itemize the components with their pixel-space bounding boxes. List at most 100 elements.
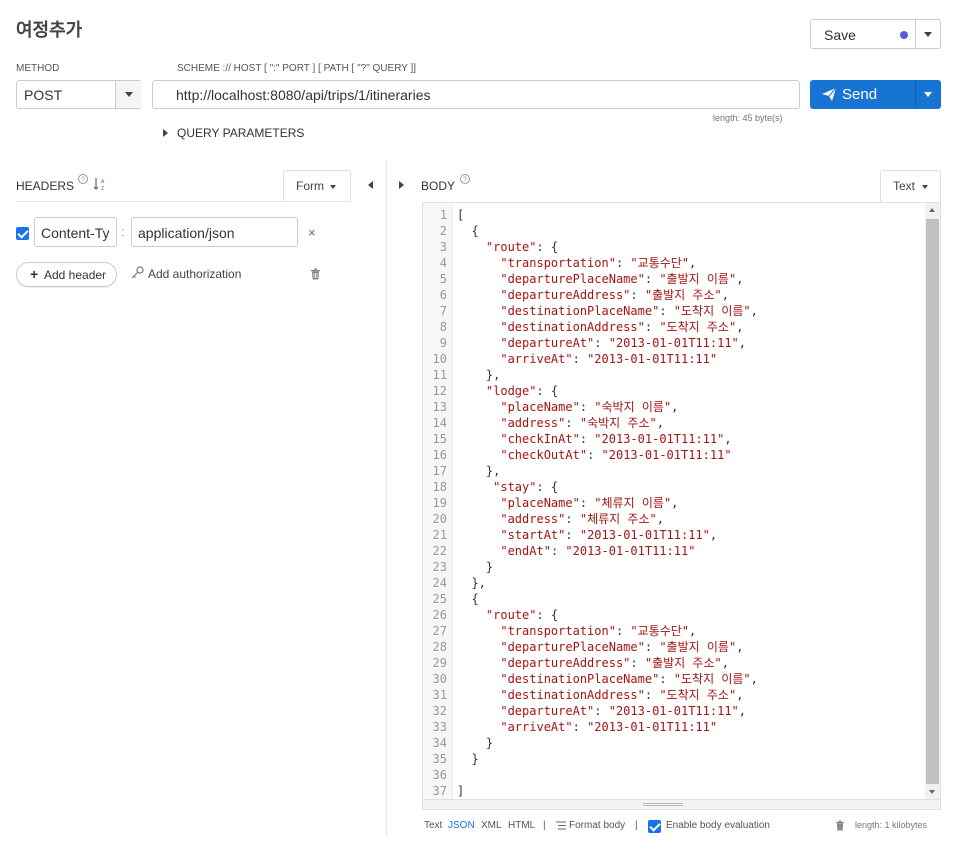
line-number: 7	[439, 304, 447, 318]
code-line: "endAt": "2013-01-01T11:11"	[500, 544, 696, 558]
body-mode-select[interactable]: Text	[880, 170, 941, 202]
headers-mode-label: Form	[296, 179, 324, 193]
chevron-right-icon	[163, 129, 168, 137]
line-number: 8	[439, 320, 447, 334]
line-number: 24	[432, 576, 447, 590]
method-dropdown-toggle[interactable]	[115, 81, 142, 108]
code-line: "startAt": "2013-01-01T11:11",	[500, 528, 718, 542]
query-parameters-toggle[interactable]: QUERY PARAMETERS	[161, 126, 321, 142]
line-number: 33	[432, 720, 447, 734]
code-line: "arriveAt": "2013-01-01T11:11"	[500, 720, 718, 734]
code-line: "stay": {	[493, 480, 559, 494]
panel-divider[interactable]	[386, 160, 387, 836]
divider	[16, 201, 351, 202]
header-value-input[interactable]: application/json	[131, 217, 298, 247]
sort-alpha-icon[interactable]: A Z	[93, 177, 107, 191]
scrollbar-thumb[interactable]	[926, 219, 939, 784]
remove-header-icon[interactable]: ×	[308, 225, 316, 240]
chevron-down-icon[interactable]	[924, 92, 932, 97]
line-number: 36	[432, 768, 447, 782]
save-label: Save	[824, 27, 856, 43]
code-line: "destinationPlaceName": "도착지 이름",	[500, 304, 758, 318]
line-number: 6	[439, 288, 447, 302]
line-number: 35	[432, 752, 447, 766]
code-line: "departurePlaceName": "출발지 이름",	[500, 640, 744, 654]
add-authorization-button[interactable]: Add authorization	[131, 265, 251, 283]
code-line: "departureAddress": "출발지 주소",	[500, 656, 729, 670]
line-number: 20	[432, 512, 447, 526]
footer-separator: |	[543, 820, 546, 831]
page-title: 여정추가	[16, 20, 83, 40]
send-label: Send	[842, 86, 878, 103]
add-header-button[interactable]: + Add header	[16, 262, 117, 287]
line-number: 27	[432, 624, 447, 638]
format-json-link[interactable]: JSON	[448, 820, 475, 831]
svg-text:Z: Z	[101, 186, 104, 191]
chevron-down-icon	[330, 185, 336, 189]
key-icon	[131, 266, 144, 279]
body-length: length: 1 kilobytes	[855, 820, 928, 830]
code-line: }	[457, 560, 494, 574]
line-number: 28	[432, 640, 447, 654]
code-line: "checkOutAt": "2013-01-01T11:11"	[500, 448, 732, 462]
code-line: },	[457, 464, 501, 478]
collapse-left-icon[interactable]	[368, 181, 373, 189]
line-number: 16	[432, 448, 447, 462]
chevron-down-icon[interactable]	[924, 32, 932, 37]
format-body-button[interactable]: Format body	[569, 820, 625, 831]
line-number: 25	[432, 592, 447, 606]
add-header-label: Add header	[44, 268, 107, 282]
chevron-down-icon	[922, 185, 928, 189]
format-html-link[interactable]: HTML	[508, 820, 535, 831]
code-line: },	[457, 576, 486, 590]
line-number: 22	[432, 544, 447, 558]
help-icon[interactable]: ?	[459, 173, 471, 185]
header-enabled-checkbox[interactable]	[16, 227, 29, 240]
body-editor[interactable]: 1 2 3 4 5 6 7 8 9 10 11 12 13 14 15 16 17 18 19 20 21 22 23 24 2…	[422, 202, 941, 800]
method-label: METHOD	[16, 63, 60, 74]
scroll-up-icon[interactable]	[929, 208, 935, 212]
code-line: "destinationAddress": "도착지 주소",	[500, 320, 744, 334]
send-icon	[822, 88, 836, 101]
line-number: 9	[439, 336, 447, 350]
line-number: 23	[432, 560, 447, 574]
header-name-input[interactable]: Content-Ty	[34, 217, 117, 247]
line-number: 29	[432, 656, 447, 670]
code-line: ]	[457, 784, 465, 798]
url-input[interactable]: http://localhost:8080/api/trips/1/itiner…	[152, 80, 800, 109]
headers-mode-select[interactable]: Form	[283, 170, 351, 202]
code-line: [	[457, 208, 465, 222]
code-line: "departureAt": "2013-01-01T11:11",	[500, 336, 747, 350]
chevron-down-icon	[125, 92, 133, 97]
trash-icon[interactable]	[310, 268, 321, 280]
line-number: 15	[432, 432, 447, 446]
code-line: "placeName": "숙박지 이름",	[500, 400, 679, 414]
send-button[interactable]: Send	[810, 80, 941, 109]
url-length: length: 45 byte(s)	[713, 113, 783, 123]
format-xml-link[interactable]: XML	[481, 820, 502, 831]
help-icon[interactable]: ?	[77, 173, 89, 185]
editor-resize-handle[interactable]	[422, 800, 941, 810]
collapse-right-icon[interactable]	[399, 181, 404, 189]
code-line: "address": "숙박지 주소",	[500, 416, 664, 430]
body-label: BODY	[421, 179, 456, 193]
enable-eval-checkbox[interactable]	[648, 820, 661, 833]
line-number: 19	[432, 496, 447, 510]
line-number: 21	[432, 528, 447, 542]
line-number: 11	[432, 368, 447, 382]
header-value-value: application/json	[138, 225, 235, 241]
code-line: "arriveAt": "2013-01-01T11:11"	[500, 352, 718, 366]
unsaved-indicator	[900, 31, 908, 39]
scroll-down-icon[interactable]	[929, 790, 935, 794]
code-line: {	[457, 224, 479, 238]
code-line: "checkInAt": "2013-01-01T11:11",	[500, 432, 732, 446]
format-text-link[interactable]: Text	[424, 820, 442, 831]
line-number: 13	[432, 400, 447, 414]
trash-icon[interactable]	[835, 820, 845, 831]
line-number: 3	[439, 240, 447, 254]
code-line: "departurePlaceName": "출발지 이름",	[500, 272, 744, 286]
save-button[interactable]: Save	[810, 19, 941, 49]
code-line: "destinationAddress": "도착지 주소",	[500, 688, 744, 702]
query-parameters-label: QUERY PARAMETERS	[177, 126, 305, 140]
method-select[interactable]: POST	[16, 80, 142, 109]
